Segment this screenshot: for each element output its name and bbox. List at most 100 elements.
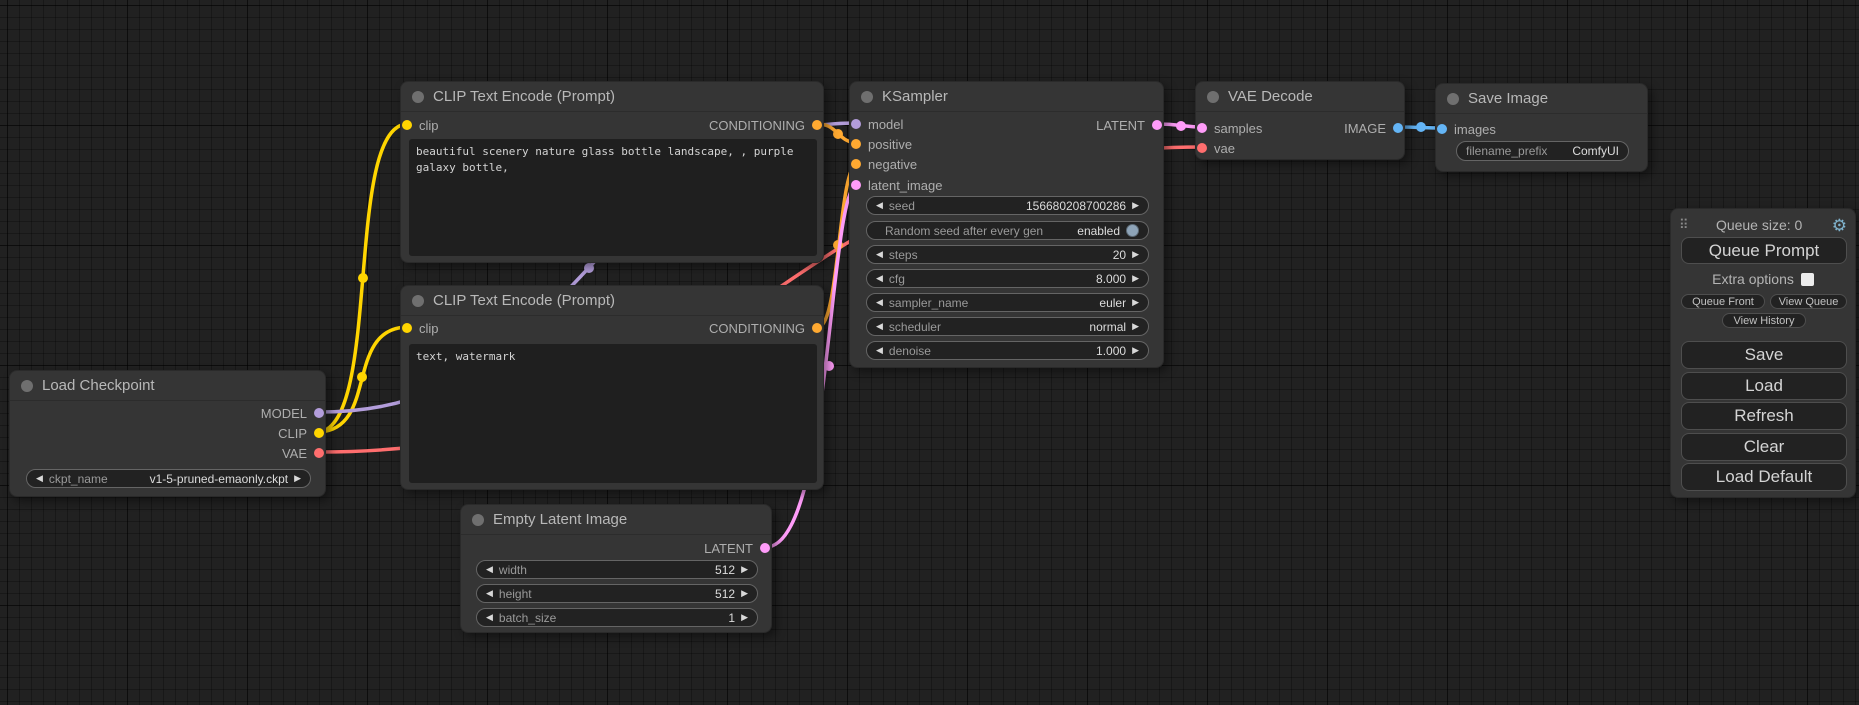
decrement-arrow-icon[interactable]: ◀	[486, 613, 493, 622]
decrement-arrow-icon[interactable]: ◀	[876, 346, 883, 355]
node-vae-decode[interactable]: VAE Decode samples vae IMAGE	[1195, 81, 1405, 160]
prev-value-arrow-icon[interactable]: ◀	[876, 322, 883, 331]
clip-port-dot[interactable]	[314, 428, 324, 438]
input-port-vae[interactable]: vae	[1197, 140, 1235, 156]
decrement-arrow-icon[interactable]: ◀	[876, 274, 883, 283]
queue-front-button[interactable]: Queue Front	[1681, 294, 1765, 309]
image-port-dot[interactable]	[1393, 123, 1403, 133]
decrement-arrow-icon[interactable]: ◀	[486, 565, 493, 574]
conditioning-port-dot[interactable]	[851, 159, 861, 169]
view-history-button[interactable]: View History	[1722, 313, 1806, 328]
next-value-arrow-icon[interactable]: ▶	[1132, 298, 1139, 307]
link-midpoint-dot[interactable]	[357, 372, 367, 382]
view-queue-button[interactable]: View Queue	[1770, 294, 1847, 309]
increment-arrow-icon[interactable]: ▶	[1132, 250, 1139, 259]
node-clip-text-encode-negative[interactable]: CLIP Text Encode (Prompt) clip CONDITION…	[400, 285, 824, 490]
node-save-image[interactable]: Save Image images filename_prefix ComfyU…	[1435, 83, 1648, 172]
node-title-bar[interactable]: Save Image	[1436, 84, 1647, 114]
input-port-clip[interactable]: clip	[402, 320, 439, 336]
clip-port-dot[interactable]	[402, 323, 412, 333]
node-title-bar[interactable]: KSampler	[850, 82, 1163, 112]
conditioning-port-dot[interactable]	[851, 139, 861, 149]
link-midpoint-dot[interactable]	[1416, 122, 1426, 132]
save-button[interactable]: Save	[1681, 341, 1847, 369]
height-widget[interactable]: ◀ height 512 ▶	[476, 584, 758, 603]
latent-port-dot[interactable]	[760, 543, 770, 553]
load-button[interactable]: Load	[1681, 372, 1847, 400]
clear-button[interactable]: Clear	[1681, 433, 1847, 461]
node-title-bar[interactable]: CLIP Text Encode (Prompt)	[401, 286, 823, 316]
queue-prompt-button[interactable]: Queue Prompt	[1681, 237, 1847, 264]
ckpt-name-widget[interactable]: ◀ ckpt_name v1-5-pruned-emaonly.ckpt ▶	[26, 469, 311, 488]
decrement-arrow-icon[interactable]: ◀	[486, 589, 493, 598]
negative-prompt-textarea[interactable]: text, watermark	[409, 344, 817, 483]
seed-widget[interactable]: ◀ seed 156680208700286 ▶	[866, 196, 1149, 215]
output-port-model[interactable]: MODEL	[261, 405, 324, 421]
increment-arrow-icon[interactable]: ▶	[1132, 346, 1139, 355]
node-empty-latent-image[interactable]: Empty Latent Image LATENT ◀ width 512 ▶ …	[460, 504, 772, 633]
conditioning-port-dot[interactable]	[812, 323, 822, 333]
output-port-conditioning[interactable]: CONDITIONING	[709, 320, 822, 336]
clip-port-dot[interactable]	[402, 120, 412, 130]
input-port-images[interactable]: images	[1437, 121, 1496, 137]
node-load-checkpoint[interactable]: Load Checkpoint MODEL CLIP VAE ◀ ckpt_na…	[9, 370, 326, 497]
node-title-bar[interactable]: Empty Latent Image	[461, 505, 771, 535]
input-port-positive[interactable]: positive	[851, 136, 912, 152]
output-port-clip[interactable]: CLIP	[278, 425, 324, 441]
output-port-latent[interactable]: LATENT	[704, 540, 770, 556]
decrement-arrow-icon[interactable]: ◀	[876, 201, 883, 210]
input-port-clip[interactable]: clip	[402, 117, 439, 133]
link-midpoint-dot[interactable]	[833, 129, 843, 139]
random-seed-toggle-widget[interactable]: Random seed after every gen enabled	[866, 221, 1149, 240]
width-widget[interactable]: ◀ width 512 ▶	[476, 560, 758, 579]
cfg-widget[interactable]: ◀ cfg 8.000 ▶	[866, 269, 1149, 288]
link-midpoint-dot[interactable]	[824, 361, 834, 371]
gear-icon[interactable]: ⚙	[1832, 217, 1847, 234]
increment-arrow-icon[interactable]: ▶	[741, 565, 748, 574]
node-ksampler[interactable]: KSampler model positive negative latent_…	[849, 81, 1164, 368]
drag-handle-icon[interactable]: ⠿	[1679, 217, 1687, 233]
output-port-vae[interactable]: VAE	[282, 445, 324, 461]
load-default-button[interactable]: Load Default	[1681, 463, 1847, 491]
image-port-dot[interactable]	[1437, 124, 1447, 134]
increment-arrow-icon[interactable]: ▶	[741, 589, 748, 598]
latent-port-dot[interactable]	[1197, 123, 1207, 133]
queue-panel[interactable]: ⠿ Queue size: 0 ⚙ Queue Prompt Extra opt…	[1670, 208, 1856, 498]
node-title-bar[interactable]: Load Checkpoint	[10, 371, 325, 401]
comfyui-canvas[interactable]: { "app": "ComfyUI node graph", "icons": …	[0, 0, 1859, 705]
model-port-dot[interactable]	[851, 119, 861, 129]
toggle-enabled-icon[interactable]	[1126, 224, 1139, 237]
input-port-negative[interactable]: negative	[851, 156, 917, 172]
batch-size-widget[interactable]: ◀ batch_size 1 ▶	[476, 608, 758, 627]
scheduler-widget[interactable]: ◀ scheduler normal ▶	[866, 317, 1149, 336]
link-midpoint-dot[interactable]	[358, 273, 368, 283]
extra-options-checkbox[interactable]	[1801, 273, 1814, 286]
denoise-widget[interactable]: ◀ denoise 1.000 ▶	[866, 341, 1149, 360]
latent-port-dot[interactable]	[1152, 120, 1162, 130]
vae-port-dot[interactable]	[1197, 143, 1207, 153]
decrement-arrow-icon[interactable]: ◀	[876, 250, 883, 259]
steps-widget[interactable]: ◀ steps 20 ▶	[866, 245, 1149, 264]
output-port-image[interactable]: IMAGE	[1344, 120, 1403, 136]
input-port-model[interactable]: model	[851, 116, 903, 132]
increment-arrow-icon[interactable]: ▶	[741, 613, 748, 622]
node-title-bar[interactable]: CLIP Text Encode (Prompt)	[401, 82, 823, 112]
link-midpoint-dot[interactable]	[1176, 121, 1186, 131]
input-port-samples[interactable]: samples	[1197, 120, 1262, 136]
increment-arrow-icon[interactable]: ▶	[1132, 274, 1139, 283]
model-port-dot[interactable]	[314, 408, 324, 418]
filename-prefix-widget[interactable]: filename_prefix ComfyUI	[1456, 141, 1629, 161]
output-port-conditioning[interactable]: CONDITIONING	[709, 117, 822, 133]
positive-prompt-textarea[interactable]: beautiful scenery nature glass bottle la…	[409, 139, 817, 256]
vae-port-dot[interactable]	[314, 448, 324, 458]
node-title-bar[interactable]: VAE Decode	[1196, 82, 1404, 112]
node-clip-text-encode-positive[interactable]: CLIP Text Encode (Prompt) clip CONDITION…	[400, 81, 824, 263]
prev-value-arrow-icon[interactable]: ◀	[36, 474, 43, 483]
sampler-name-widget[interactable]: ◀ sampler_name euler ▶	[866, 293, 1149, 312]
input-port-latent-image[interactable]: latent_image	[851, 177, 942, 193]
output-port-latent[interactable]: LATENT	[1096, 117, 1162, 133]
increment-arrow-icon[interactable]: ▶	[1132, 201, 1139, 210]
link-midpoint-dot[interactable]	[584, 263, 594, 273]
conditioning-port-dot[interactable]	[812, 120, 822, 130]
next-value-arrow-icon[interactable]: ▶	[294, 474, 301, 483]
